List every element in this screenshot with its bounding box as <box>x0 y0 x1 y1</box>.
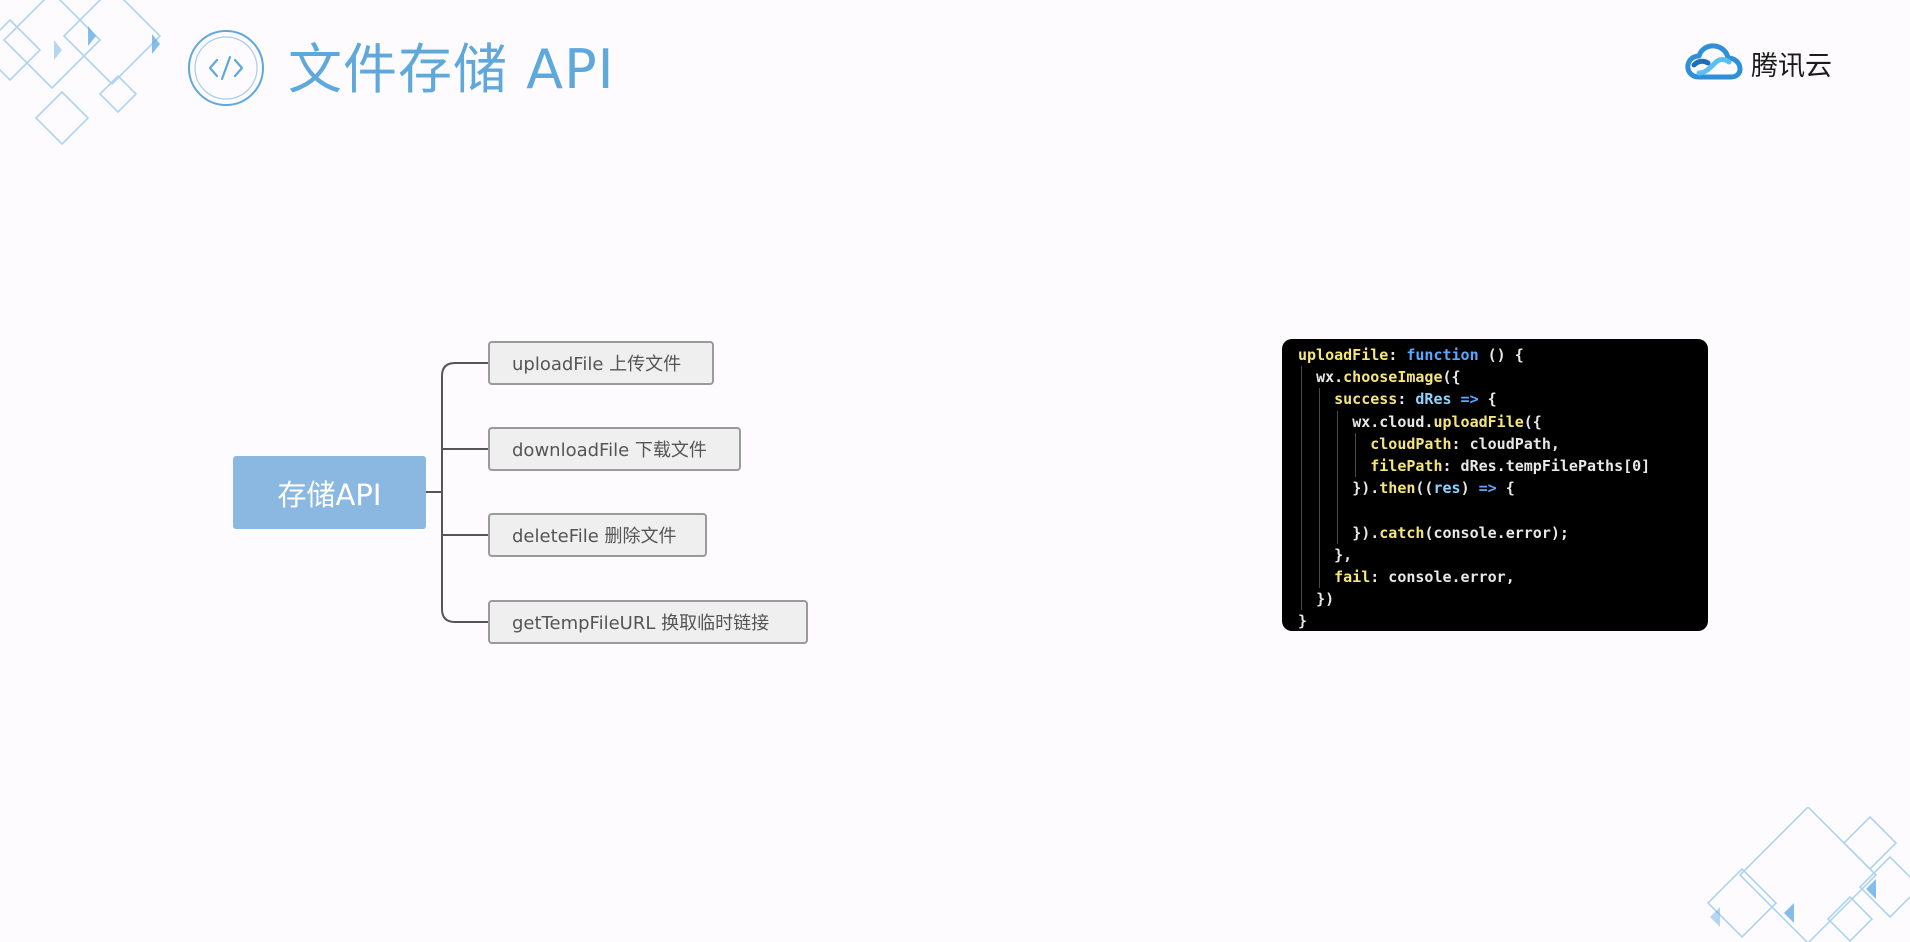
indent-guide <box>1301 521 1302 544</box>
code-token: chooseImage <box>1343 368 1443 387</box>
indent-guide <box>1319 565 1321 589</box>
code-line: }).then((res) => { <box>1298 477 1708 500</box>
code-token: then <box>1379 479 1416 498</box>
mindmap-node-delete-file[interactable]: deleteFile 删除文件 <box>488 513 707 557</box>
mindmap-node-upload-file[interactable]: uploadFile 上传文件 <box>488 341 714 385</box>
code-token: () { <box>1478 346 1524 364</box>
indent-guide <box>1355 432 1357 455</box>
indent-guide <box>1337 432 1339 455</box>
code-token: : cloudPath, <box>1451 434 1560 453</box>
code-token: wx.cloud. <box>1352 412 1434 431</box>
mindmap-node-download-file[interactable]: downloadFile 下载文件 <box>488 427 741 471</box>
indent-guide <box>1319 388 1321 411</box>
indent-guide <box>1337 521 1339 544</box>
code-token: res <box>1433 479 1461 498</box>
code-token: { <box>1496 479 1515 498</box>
code-token: fail <box>1334 567 1371 586</box>
code-line: wx.cloud.uploadFile({ <box>1298 410 1708 433</box>
code-token: ({ <box>1523 412 1542 431</box>
indent-guide <box>1301 477 1302 500</box>
indent-guide <box>1301 366 1302 389</box>
code-token: ) <box>1460 479 1479 498</box>
code-token: uploadFile <box>1298 346 1389 364</box>
indent-guide <box>1319 521 1321 544</box>
indent-guide <box>1301 432 1302 455</box>
code-line <box>1298 499 1708 522</box>
code-line: uploadFile: function () { <box>1298 344 1708 366</box>
code-line: }, <box>1298 543 1708 566</box>
indent-guide <box>1337 410 1339 433</box>
code-line: cloudPath: cloudPath, <box>1298 432 1708 455</box>
code-token: filePath <box>1370 456 1443 475</box>
code-token: : dRes.tempFilePaths[0] <box>1442 456 1651 475</box>
code-token: dRes <box>1415 390 1452 409</box>
code-token: (console.error); <box>1424 523 1569 542</box>
indent-guide <box>1301 543 1302 566</box>
code-token: (( <box>1415 479 1434 498</box>
indent-guide <box>1301 410 1302 433</box>
code-line: fail: console.error, <box>1298 565 1708 589</box>
indent-guide <box>1301 565 1302 589</box>
code-token: } <box>1298 612 1308 631</box>
code-token: uploadFile <box>1433 412 1524 431</box>
indent-guide <box>1337 499 1339 522</box>
indent-guide <box>1355 454 1357 478</box>
code-token: success <box>1334 390 1398 409</box>
code-token: catch <box>1379 523 1425 542</box>
code-token: cloudPath <box>1370 434 1452 453</box>
code-line: success: dRes => { <box>1298 388 1708 411</box>
indent-guide <box>1319 432 1321 455</box>
mindmap-root-node[interactable]: 存储API <box>233 456 426 529</box>
indent-guide <box>1301 499 1302 522</box>
code-token: { <box>1487 390 1497 409</box>
code-line: wx.chooseImage({ <box>1298 366 1708 389</box>
slide: 文件存储 API 腾讯云 存储API uploadFile 上传文件 downl… <box>0 0 1910 942</box>
mindmap-node-get-temp-file-url[interactable]: getTempFileURL 换取临时链接 <box>488 600 808 644</box>
indent-guide <box>1319 543 1321 566</box>
indent-guide <box>1301 454 1302 478</box>
code-token: wx. <box>1316 368 1344 387</box>
code-line: }) <box>1298 588 1708 611</box>
code-token: : <box>1397 390 1416 409</box>
code-line: filePath: dRes.tempFilePaths[0] <box>1298 454 1708 478</box>
code-token: => <box>1478 479 1497 498</box>
code-snippet-panel: uploadFile: function () { wx.chooseImage… <box>1282 339 1708 631</box>
code-token: }) <box>1316 590 1335 609</box>
code-token: }). <box>1352 523 1380 542</box>
code-token: : <box>1388 346 1407 364</box>
indent-guide <box>1301 388 1302 411</box>
code-token: ({ <box>1442 368 1461 387</box>
code-token: }, <box>1334 545 1353 564</box>
code-token: }). <box>1352 479 1380 498</box>
code-token: function <box>1406 346 1479 364</box>
code-line: }).catch(console.error); <box>1298 521 1708 544</box>
code-token: : console.error, <box>1370 567 1515 586</box>
indent-guide <box>1319 477 1321 500</box>
indent-guide <box>1337 477 1339 500</box>
indent-guide <box>1319 454 1321 478</box>
indent-guide <box>1337 454 1339 478</box>
code-token: => <box>1451 390 1488 409</box>
indent-guide <box>1301 588 1302 611</box>
indent-guide <box>1319 499 1321 522</box>
code-line: } <box>1298 610 1708 631</box>
indent-guide <box>1319 410 1321 433</box>
